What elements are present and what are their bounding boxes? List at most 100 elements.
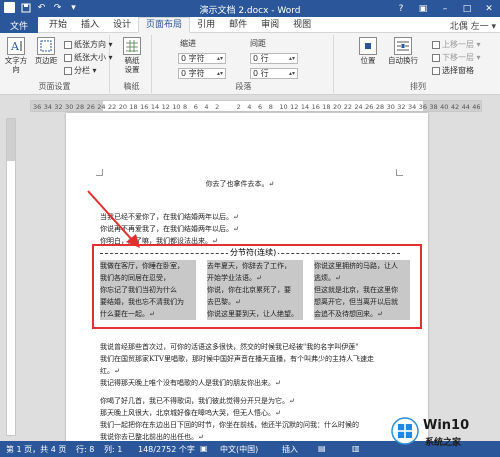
ruler-tick-label: 10 xyxy=(279,103,288,111)
status-word-count[interactable]: 148/2752 个字 xyxy=(138,444,195,455)
minimize-button[interactable]: – xyxy=(434,0,456,17)
spacing-after-row: 0 行 ▴▾ xyxy=(250,68,298,79)
body-line: 我们一起把你在东边出日下回的时节，你坐在前线，他还半沉默的问我：什么时候的 xyxy=(100,421,359,429)
indent-right-value: 0 字符 xyxy=(181,69,205,78)
close-button[interactable]: ✕ xyxy=(478,0,500,17)
send-backward-button[interactable]: 下移一层 ▾ xyxy=(432,52,481,63)
ruler-tick-label: 30 xyxy=(65,103,74,111)
tab-file[interactable]: 文件 xyxy=(0,17,38,33)
tab-mailings[interactable]: 邮件 xyxy=(222,17,254,33)
tab-review[interactable]: 审阅 xyxy=(254,17,286,33)
position-button[interactable]: 位置 xyxy=(354,37,382,65)
spacing-after-field[interactable]: 0 行 ▴▾ xyxy=(250,68,298,79)
indent-left-row: 0 字符 ▴▾ xyxy=(178,53,226,64)
ruler-tick-label: 4 xyxy=(204,103,209,111)
ruler-tick-label: 26 xyxy=(86,103,95,111)
position-icon xyxy=(359,37,377,55)
orientation-button[interactable]: 纸张方向 ▾ xyxy=(64,39,113,50)
body-line: 我记得那天晚上唯个没有唱歌的人是我们的朋友你出来。↵ xyxy=(100,379,281,387)
position-label: 位置 xyxy=(360,56,376,65)
indent-left-value: 0 字符 xyxy=(181,54,205,63)
margins-button[interactable]: 页边距 xyxy=(32,37,60,65)
ruler-tick-label: 36 xyxy=(33,103,42,111)
ruler-tick-label: 26 xyxy=(365,103,374,111)
ruler-tick-label: 16 xyxy=(311,103,320,111)
ruler-tick-label: 28 xyxy=(75,103,85,111)
ruler-tick-label: 12 xyxy=(290,103,299,111)
selection-pane-button[interactable]: 选择窗格 xyxy=(432,65,474,76)
svg-text:A: A xyxy=(10,40,20,53)
bring-forward-label: 上移一层 ▾ xyxy=(442,40,481,49)
tab-insert[interactable]: 插入 xyxy=(74,17,106,33)
ruler-tick-label: 2 xyxy=(236,103,241,111)
manuscript-settings-button[interactable]: 稿纸 设置 xyxy=(118,37,146,74)
status-page[interactable]: 第 1 页，共 4 页 xyxy=(6,444,66,455)
macro-record-icon[interactable]: ▤ xyxy=(318,444,326,453)
ruler-tick-label: 8 xyxy=(268,103,273,111)
proofing-icon[interactable]: ▣ xyxy=(200,444,208,453)
help-button[interactable]: ? xyxy=(390,0,412,17)
ruler-tick-label: 34 xyxy=(408,103,417,111)
tab-view[interactable]: 视图 xyxy=(286,17,318,33)
columns-button[interactable]: 分栏 ▾ xyxy=(64,65,97,76)
ruler-tick-label: 20 xyxy=(118,103,127,111)
margin-corner-mark xyxy=(96,169,103,176)
paper-size-icon xyxy=(64,53,72,62)
word-window: W ↶ ↷ ▾ 演示文档 2.docx - Word ? ▣ – □ ✕ 文件 … xyxy=(0,0,500,457)
text-direction-button[interactable]: A 文字方向 xyxy=(2,37,30,74)
ruler-tick-label: 4 xyxy=(247,103,252,111)
status-language[interactable]: 中文(中国) xyxy=(220,444,258,455)
paragraph-group: 缩进 间距 0 字符 ▴▾ 0 字符 ▴▾ 0 行 ▴▾ 0 行 ▴▾ 段落 xyxy=(154,35,334,93)
text-direction-icon: A xyxy=(7,37,25,55)
size-button[interactable]: 纸张大小 ▾ xyxy=(64,52,113,63)
tab-references[interactable]: 引用 xyxy=(190,17,222,33)
wrap-text-icon xyxy=(394,37,412,55)
indent-left-field[interactable]: 0 字符 ▴▾ xyxy=(178,53,226,64)
ruler-tick-label: 12 xyxy=(161,103,170,111)
horizontal-ruler[interactable]: 36 34 32 30 28 26 24 22 20 18 16 14 12 10 8 6 4 2 2 4 6 8 10 12… xyxy=(30,100,482,112)
spacing-before-value: 0 行 xyxy=(253,54,269,63)
orientation-icon xyxy=(64,40,72,49)
spacing-title: 间距 xyxy=(250,39,266,48)
tab-design[interactable]: 设计 xyxy=(106,17,138,33)
body-line: 我们在国贸那家KTV里唱歌，那时候中国好声音在播天直播，有个叫弗少的主持人飞速走 xyxy=(100,355,374,363)
ruler-tick-label: 38 xyxy=(429,103,438,111)
manuscript-group-label: 稿纸 xyxy=(123,82,140,91)
page-setup-group-label: 页面设置 xyxy=(38,82,71,91)
ruler-tick-label: 18 xyxy=(322,103,331,111)
margins-icon xyxy=(37,37,55,55)
ruler-tick-label: 34 xyxy=(43,103,52,111)
ruler-tick-label: 22 xyxy=(343,103,352,111)
arrange-group: 位置 自动换行 上移一层 ▾ 下移一层 ▾ 选择窗格 排列 xyxy=(336,35,500,93)
wrap-text-button[interactable]: 自动换行 xyxy=(386,37,420,65)
ribbon: A 文字方向 页边距 纸张方向 ▾ 纸张大小 ▾ 分栏 ▾ 页面设置 稿纸 设置… xyxy=(0,33,500,95)
tab-home[interactable]: 开始 xyxy=(42,17,74,33)
status-col: 列: 1 xyxy=(104,445,123,454)
vertical-ruler[interactable] xyxy=(6,118,16,436)
selection-pane-label: 选择窗格 xyxy=(442,66,474,75)
margins-label: 页边距 xyxy=(34,56,58,65)
ribbon-tabs: 文件 开始 插入 设计 页面布局 引用 邮件 审阅 视图 北偶 左一 ▾ xyxy=(0,17,500,33)
user-account[interactable]: 北偶 左一 ▾ xyxy=(450,19,496,32)
send-backward-icon xyxy=(432,53,440,62)
watermark: Win10 系统之家 xyxy=(385,410,500,454)
bring-forward-button[interactable]: 上移一层 ▾ xyxy=(432,39,481,50)
wrap-text-label: 自动换行 xyxy=(388,56,418,65)
indent-right-field[interactable]: 0 字符 ▴▾ xyxy=(178,68,226,79)
watermark-text-sub: 系统之家 xyxy=(425,438,462,448)
status-insert-mode[interactable]: 插入 xyxy=(282,444,298,455)
selection-pane-icon xyxy=(432,66,440,75)
manuscript-settings-label: 稿纸 设置 xyxy=(124,56,140,74)
spacing-before-field[interactable]: 0 行 ▴▾ xyxy=(250,53,298,64)
ruler-tick-label: 44 xyxy=(461,103,470,111)
maximize-button[interactable]: □ xyxy=(456,0,478,17)
ribbon-display-button[interactable]: ▣ xyxy=(412,0,434,17)
tab-page-layout[interactable]: 页面布局 xyxy=(138,17,191,33)
ruler-tick-label: 10 xyxy=(172,103,181,111)
body-line: 你喝了好几首，我已不得歌词，我们彼此觉得分开只是为它。↵ xyxy=(100,397,295,405)
page-setup-group: A 文字方向 页边距 纸张方向 ▾ 纸张大小 ▾ 分栏 ▾ 页面设置 xyxy=(0,35,113,93)
ruler-tick-label: 16 xyxy=(140,103,149,111)
highlight-box xyxy=(92,244,422,329)
indent-right-row: 0 字符 ▴▾ xyxy=(178,68,226,79)
read-mode-icon[interactable]: ▥ xyxy=(352,444,360,453)
